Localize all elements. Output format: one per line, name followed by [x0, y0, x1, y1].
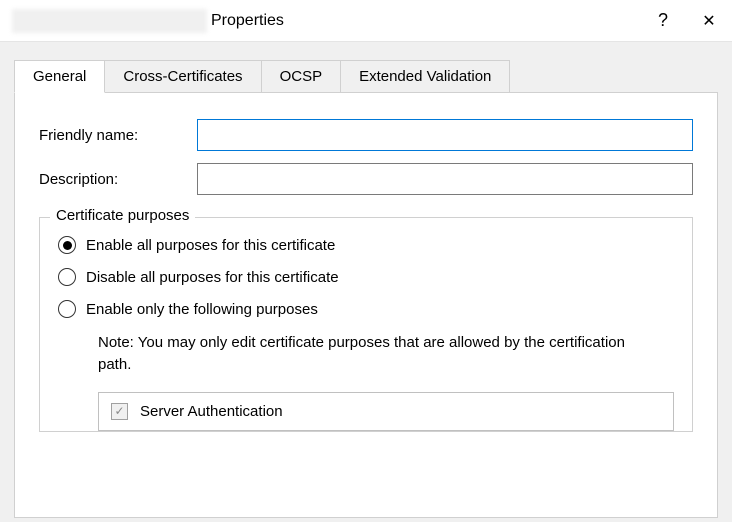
radio-label: Enable all purposes for this certificate — [86, 237, 335, 254]
radio-label: Enable only the following purposes — [86, 301, 318, 318]
purposes-note: Note: You may only edit certificate purp… — [98, 332, 674, 376]
radio-enable-all[interactable]: Enable all purposes for this certificate — [58, 236, 674, 254]
check-icon: ✓ — [114, 405, 124, 417]
purpose-label: Server Authentication — [140, 403, 283, 420]
description-input[interactable] — [197, 163, 693, 195]
tab-label: Extended Validation — [359, 68, 491, 85]
radio-icon — [58, 236, 76, 254]
tab-label: Cross-Certificates — [123, 68, 242, 85]
radio-enable-only[interactable]: Enable only the following purposes — [58, 300, 674, 318]
radio-icon — [58, 300, 76, 318]
purpose-item: ✓ Server Authentication — [111, 403, 661, 420]
dialog-content: General Cross-Certificates OCSP Extended… — [0, 42, 732, 522]
radio-icon — [58, 268, 76, 286]
description-label: Description: — [39, 171, 197, 188]
tab-cross-certificates[interactable]: Cross-Certificates — [104, 60, 261, 92]
tab-general[interactable]: General — [14, 60, 105, 93]
fieldset-legend: Certificate purposes — [50, 207, 195, 224]
titlebar-subject-redacted — [12, 9, 207, 33]
tab-strip: General Cross-Certificates OCSP Extended… — [14, 60, 718, 92]
checkbox-disabled-checked: ✓ — [111, 403, 128, 420]
friendly-name-row: Friendly name: — [39, 119, 693, 151]
radio-label: Disable all purposes for this certificat… — [86, 269, 339, 286]
description-row: Description: — [39, 163, 693, 195]
purposes-list: ✓ Server Authentication — [98, 392, 674, 431]
tab-label: General — [33, 68, 86, 85]
certificate-purposes-fieldset: Certificate purposes Enable all purposes… — [39, 217, 693, 432]
help-button[interactable]: ? — [640, 2, 686, 39]
close-button[interactable]: ✕ — [686, 3, 732, 39]
tab-ocsp[interactable]: OCSP — [261, 60, 342, 92]
window-title: Properties — [211, 12, 284, 30]
tab-extended-validation[interactable]: Extended Validation — [340, 60, 510, 92]
titlebar: Properties ? ✕ — [0, 0, 732, 42]
friendly-name-input[interactable] — [197, 119, 693, 151]
tab-panel-general: Friendly name: Description: Certificate … — [14, 92, 718, 518]
tab-label: OCSP — [280, 68, 323, 85]
friendly-name-label: Friendly name: — [39, 127, 197, 144]
radio-disable-all[interactable]: Disable all purposes for this certificat… — [58, 268, 674, 286]
